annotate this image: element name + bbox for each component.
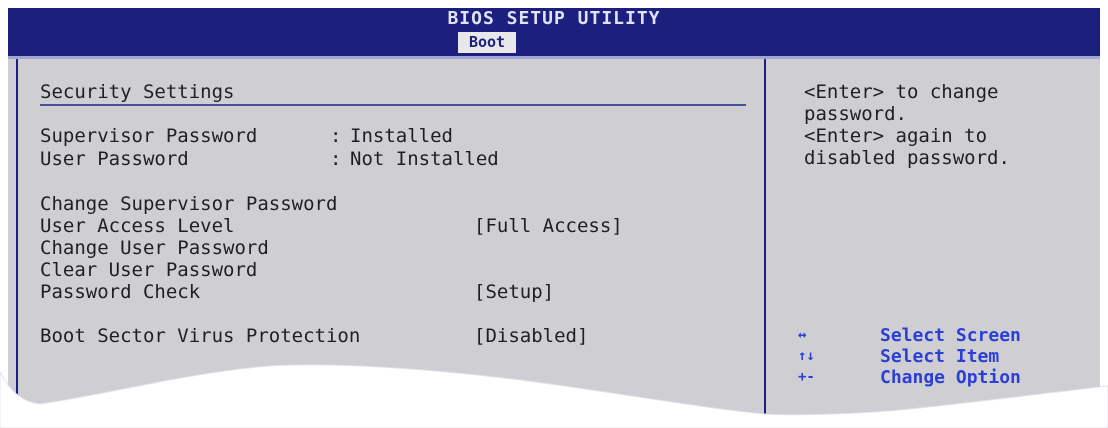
help-panel: <Enter> to change password. <Enter> agai… — [778, 59, 1100, 428]
item-label: Change Supervisor Password — [40, 193, 338, 215]
item-password-check[interactable]: Password Check [Setup] — [40, 281, 554, 303]
item-value[interactable]: [Disabled] — [474, 325, 588, 347]
tab-boot[interactable]: Boot — [458, 32, 516, 53]
key-select-item: ↑↓ Select Item — [798, 346, 999, 367]
main-area: Security Settings Supervisor Password : … — [8, 59, 1100, 428]
left-border — [16, 59, 18, 428]
key-select-screen: ↔ Select Screen — [798, 325, 1021, 346]
key-change-option: +- Change Option — [798, 367, 1021, 388]
status-label: Supervisor Password — [40, 125, 258, 147]
status-colon: : — [330, 148, 342, 170]
title-underline — [40, 104, 746, 106]
status-colon: : — [330, 125, 342, 147]
key-label: Select Screen — [880, 325, 1021, 346]
plus-minus-icon: +- — [798, 369, 815, 385]
section-title: Security Settings — [40, 81, 235, 103]
up-down-arrow-icon: ↑↓ — [798, 348, 815, 364]
key-legend: ↔ Select Screen ↑↓ Select Item +- Change… — [798, 325, 1021, 388]
key-label: Change Option — [880, 367, 1021, 388]
item-user-access-level[interactable]: User Access Level [Full Access] — [40, 215, 623, 237]
item-boot-sector-virus-protection[interactable]: Boot Sector Virus Protection [Disabled] — [40, 325, 588, 347]
app-title: BIOS SETUP UTILITY — [447, 8, 661, 29]
status-supervisor-password: Supervisor Password : Installed — [40, 125, 453, 147]
item-label: Clear User Password — [40, 259, 258, 281]
status-value: Installed — [350, 125, 453, 147]
bios-screen: BIOS SETUP UTILITY Boot Security Setting… — [0, 0, 1108, 428]
item-label: User Access Level — [40, 215, 235, 237]
item-change-supervisor-password[interactable]: Change Supervisor Password — [40, 193, 337, 215]
item-value[interactable]: [Setup] — [474, 281, 554, 303]
item-change-user-password[interactable]: Change User Password — [40, 237, 269, 259]
item-label: Password Check — [40, 281, 201, 303]
status-user-password: User Password : Not Installed — [40, 148, 499, 170]
item-clear-user-password[interactable]: Clear User Password — [40, 259, 257, 281]
panel-divider — [764, 59, 766, 428]
status-label: User Password — [40, 148, 189, 170]
key-label: Select Item — [880, 346, 1000, 367]
header-bar: BIOS SETUP UTILITY Boot — [8, 8, 1100, 56]
item-label: Boot Sector Virus Protection — [40, 325, 361, 347]
settings-panel: Security Settings Supervisor Password : … — [28, 59, 764, 428]
item-label: Change User Password — [40, 237, 269, 259]
item-value[interactable]: [Full Access] — [474, 215, 623, 237]
left-right-arrow-icon: ↔ — [798, 327, 807, 343]
help-text: <Enter> to change password. <Enter> agai… — [804, 81, 1010, 169]
status-value: Not Installed — [350, 148, 499, 170]
